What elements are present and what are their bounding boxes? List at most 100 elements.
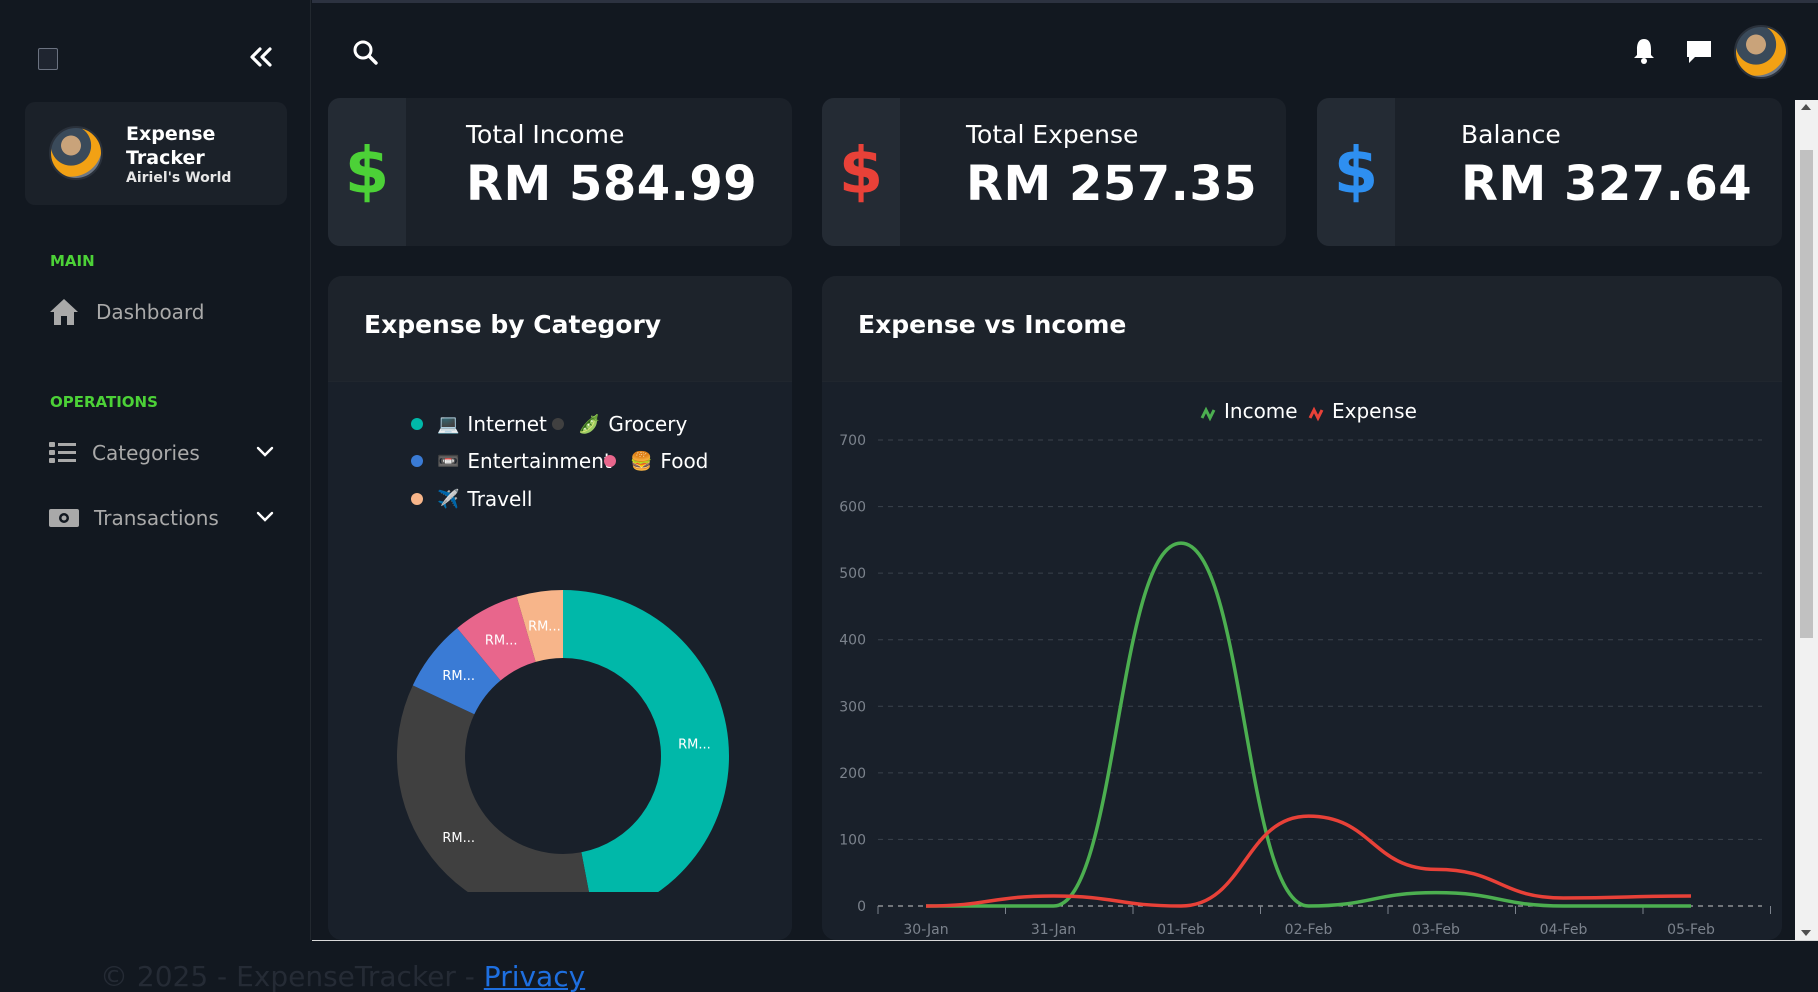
stat-card-total-expense: $ Total Expense RM 257.35 [822,98,1286,246]
profile-card: Expense Tracker Airiel's World [25,102,287,205]
sidebar-item-label: Dashboard [96,300,205,324]
y-tick-label: 100 [839,832,866,848]
legend-dot [411,418,423,430]
legend-dot [604,455,616,467]
footer: © 2025 - ExpenseTracker - Privacy [100,960,585,992]
legend-label: Food [660,449,709,473]
pie-slice-label: RM... [442,669,475,684]
legend-item-income[interactable]: Income [1200,399,1298,423]
user-avatar[interactable] [1734,25,1788,79]
money-icon [48,503,82,533]
legend-dot [411,493,423,505]
sidebar-item-categories[interactable]: Categories [48,433,288,473]
home-icon [48,297,82,327]
pie-slice-label: RM... [678,738,711,753]
footer-text: © 2025 - ExpenseTracker - [100,960,484,992]
x-tick-label: 03-Feb [1412,922,1460,938]
logo-image [38,48,58,70]
notifications-button[interactable] [1632,37,1656,69]
sidebar-item-dashboard[interactable]: Dashboard [48,292,288,332]
bell-icon [1634,39,1654,64]
app-name-line1: Expense [126,123,216,145]
expense-vs-income-panel: Expense vs Income Income Expense 0 100 200 30… [822,276,1782,940]
svg-text:Income: Income [1224,399,1298,423]
x-tick-label: 02-Feb [1285,922,1333,938]
x-tick-label: 04-Feb [1540,922,1588,938]
legend-dot [552,418,564,430]
scroll-down-arrow[interactable] [1801,930,1811,936]
videotape-icon: 📼 [437,450,460,472]
pea-icon: 🫛 [578,413,601,435]
sidebar: Expense Tracker Airiel's World MAIN Dash… [0,0,311,940]
y-tick-label: 400 [839,633,866,649]
message-icon [1687,41,1711,63]
scroll-up-arrow[interactable] [1801,104,1811,110]
dollar-icon: $ [822,98,900,246]
legend-label: Grocery [608,412,688,436]
avatar [49,126,103,180]
stat-title: Total Expense [966,120,1139,149]
messages-button[interactable] [1685,39,1713,69]
search-icon [353,40,378,65]
app-name-line2: Tracker [126,147,205,169]
sidebar-item-label: Categories [92,441,200,465]
legend-item-entertainment[interactable]: 📼 Entertainment [411,449,612,473]
computer-icon: 💻 [437,413,460,435]
stat-title: Total Income [466,120,625,149]
double-chevron-left-icon [250,47,272,67]
scrollbar-thumb[interactable] [1800,150,1813,638]
privacy-link[interactable]: Privacy [484,960,585,992]
legend-item-travell[interactable]: ✈️ Travell [411,487,532,511]
sidebar-item-label: Transactions [94,506,219,530]
panel-body: 💻 Internet 🫛 Grocery 📼 Entertainment 🍔 F… [328,382,792,940]
x-tick-label: 05-Feb [1667,922,1715,938]
stat-value: RM 257.35 [966,156,1258,212]
legend-label: Internet [467,412,547,436]
x-tick-label: 01-Feb [1157,922,1205,938]
legend-item-food[interactable]: 🍔 Food [604,449,708,473]
dollar-icon: $ [328,98,406,246]
y-tick-label: 200 [839,766,866,782]
section-label-main: MAIN [50,252,95,270]
pie-slice-grocery[interactable] [397,685,594,892]
chevron-down-icon [256,508,274,527]
donut-chart: RM... RM... RM... RM... RM... [397,590,729,892]
legend-item-internet[interactable]: 💻 Internet [411,412,547,436]
pie-slice-label: RM... [485,633,518,648]
divider [312,940,1818,941]
y-tick-label: 0 [857,899,866,915]
legend-item-expense[interactable]: Expense [1308,399,1417,423]
app-name: Expense Tracker [126,122,266,170]
panel-title: Expense vs Income [858,310,1127,339]
x-tick-label: 30-Jan [903,922,948,938]
stat-title: Balance [1461,120,1561,149]
legend-item-grocery[interactable]: 🫛 Grocery [552,412,687,436]
svg-text:Expense: Expense [1332,399,1417,423]
stat-card-total-income: $ Total Income RM 584.99 [328,98,792,246]
panel-body: Income Expense 0 100 200 300 400 500 600 700 30-Ja… [822,382,1782,940]
x-tick-label: 31-Jan [1031,922,1076,938]
topbar [312,0,1818,96]
collapse-sidebar-button[interactable] [246,42,276,72]
legend-label: Entertainment [467,449,612,473]
y-tick-label: 500 [839,566,866,582]
sidebar-item-transactions[interactable]: Transactions [48,498,288,538]
y-tick-label: 600 [839,500,866,516]
dollar-icon: $ [1317,98,1395,246]
panel-title: Expense by Category [364,310,662,339]
pie-slice-label: RM... [442,831,475,846]
y-tick-label: 300 [839,699,866,715]
scrollbar[interactable] [1795,100,1818,940]
series-line-expense[interactable] [925,814,1692,908]
search-button[interactable] [352,39,378,69]
app-subtitle: Airiel's World [126,170,232,186]
stat-value: RM 584.99 [466,156,758,212]
line-chart: Income Expense 0 100 200 300 400 500 600 700 30-Ja… [839,399,1771,938]
legend-dot [411,455,423,467]
series-line-income[interactable] [926,541,1691,908]
expense-by-category-panel: Expense by Category 💻 Internet 🫛 Grocery… [328,276,792,940]
y-tick-label: 700 [839,433,866,449]
section-label-operations: OPERATIONS [50,393,158,411]
burger-icon: 🍔 [630,450,653,472]
legend-label: Travell [467,487,533,511]
